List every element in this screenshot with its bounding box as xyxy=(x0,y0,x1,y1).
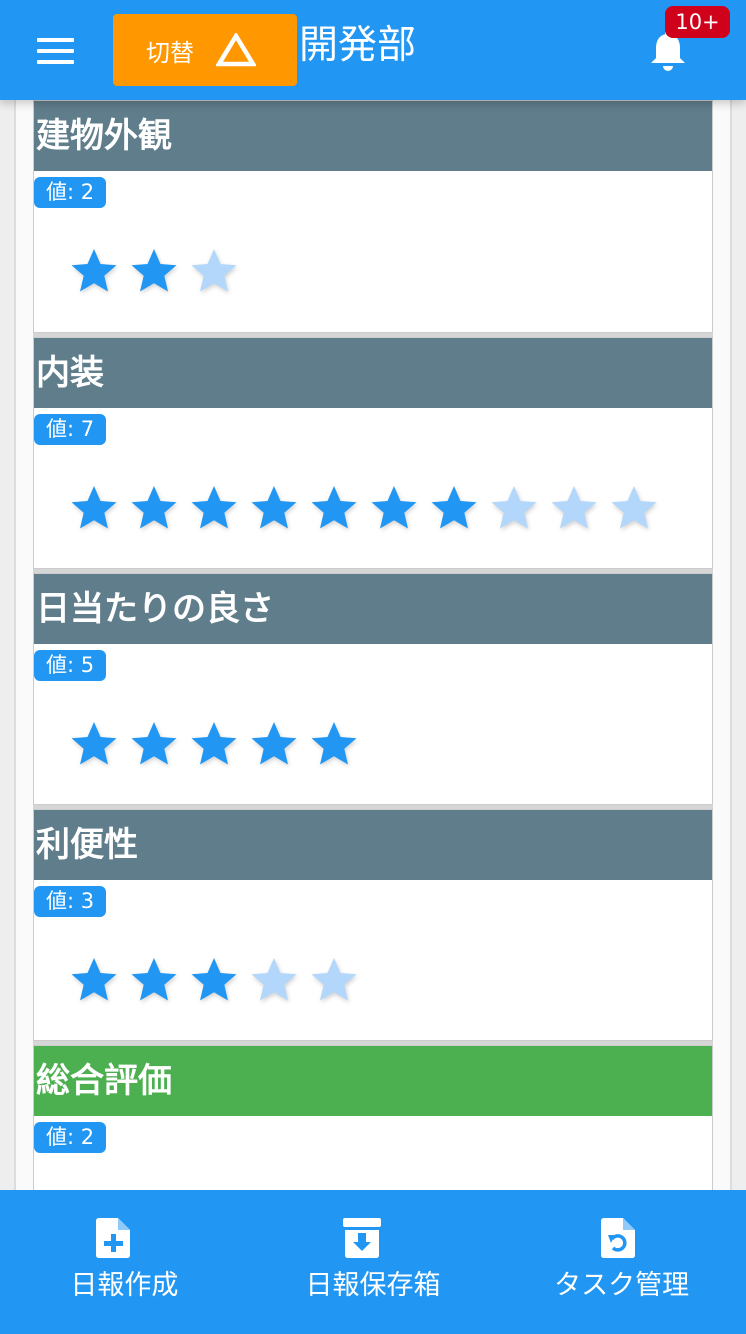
star-filled-icon[interactable] xyxy=(70,247,118,295)
archive-box-icon xyxy=(342,1218,381,1258)
value-badge: 値: 3 xyxy=(34,886,107,917)
star-filled-icon[interactable] xyxy=(70,484,118,532)
star-filled-icon[interactable] xyxy=(70,720,118,768)
star-filled-icon[interactable] xyxy=(430,484,478,532)
star-empty-icon[interactable] xyxy=(310,956,358,1004)
file-refresh-icon xyxy=(601,1218,636,1258)
rating-section-sunlight: 日当たりの良さ 値: 5 xyxy=(33,573,713,805)
nav-label: 日報作成 xyxy=(70,1270,179,1301)
nav-task-management[interactable]: タスク管理 xyxy=(497,1190,746,1334)
star-empty-icon[interactable] xyxy=(490,484,538,532)
star-filled-icon[interactable] xyxy=(130,247,178,295)
notification-badge: 10+ xyxy=(665,6,730,38)
value-badge: 値: 5 xyxy=(34,650,107,681)
star-filled-icon[interactable] xyxy=(370,484,418,532)
star-empty-icon[interactable] xyxy=(190,247,238,295)
section-title: 建物外観 xyxy=(34,101,712,171)
bottom-navigation: 日報作成 日報保存箱 タスク管理 xyxy=(0,1190,746,1334)
section-title: 総合評価 xyxy=(34,1046,712,1116)
rating-section-overall: 総合評価 値: 2 xyxy=(33,1045,713,1205)
section-title: 日当たりの良さ xyxy=(34,574,712,644)
star-filled-icon[interactable] xyxy=(190,484,238,532)
department-title: 開発部 xyxy=(299,23,417,68)
menu-icon[interactable] xyxy=(37,38,74,64)
star-filled-icon[interactable] xyxy=(250,720,298,768)
value-badge: 値: 2 xyxy=(34,177,107,208)
star-filled-icon[interactable] xyxy=(190,956,238,1004)
switch-button-label: 切替 xyxy=(146,38,194,67)
star-filled-icon[interactable] xyxy=(250,484,298,532)
star-filled-icon[interactable] xyxy=(130,484,178,532)
rating-section-interior: 内装 値: 7 xyxy=(33,337,713,569)
file-plus-icon xyxy=(96,1218,130,1258)
star-empty-icon[interactable] xyxy=(250,956,298,1004)
value-badge: 値: 2 xyxy=(34,1122,107,1153)
section-title: 内装 xyxy=(34,338,712,408)
rating-section-exterior: 建物外観 値: 2 xyxy=(33,100,713,333)
triangle-icon xyxy=(216,33,256,67)
nav-report-archive[interactable]: 日報保存箱 xyxy=(249,1190,498,1334)
star-empty-icon[interactable] xyxy=(610,484,658,532)
star-filled-icon[interactable] xyxy=(130,956,178,1004)
star-empty-icon[interactable] xyxy=(550,484,598,532)
nav-create-report[interactable]: 日報作成 xyxy=(0,1190,249,1334)
rating-section-convenience: 利便性 値: 3 xyxy=(33,809,713,1041)
star-filled-icon[interactable] xyxy=(190,720,238,768)
star-filled-icon[interactable] xyxy=(310,720,358,768)
nav-label: タスク管理 xyxy=(554,1270,690,1301)
star-filled-icon[interactable] xyxy=(70,956,118,1004)
switch-button[interactable]: 切替 xyxy=(113,14,297,86)
section-title: 利便性 xyxy=(34,810,712,880)
value-badge: 値: 7 xyxy=(34,414,107,445)
nav-label: 日報保存箱 xyxy=(305,1270,441,1301)
star-filled-icon[interactable] xyxy=(130,720,178,768)
star-filled-icon[interactable] xyxy=(310,484,358,532)
app-header: 切替 開発部 10+ xyxy=(0,0,746,100)
